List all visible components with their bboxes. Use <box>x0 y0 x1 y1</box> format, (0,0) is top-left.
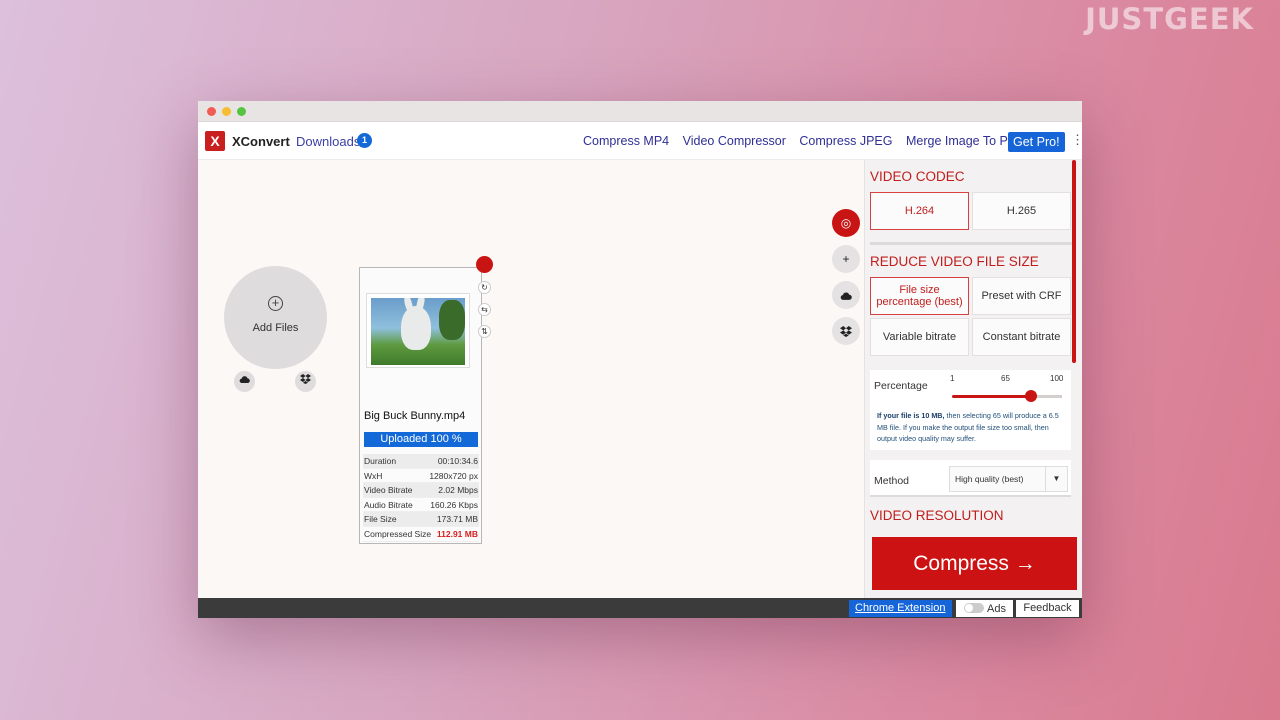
compressed-size-value: 112.91 MB <box>436 528 478 539</box>
codec-option-h264[interactable]: H.264 <box>870 192 969 230</box>
method-control: Method High quality (best) ▼ <box>870 460 1071 497</box>
kebab-menu-icon[interactable]: ⋮ <box>1071 132 1082 148</box>
method-select[interactable]: High quality (best) ▼ <box>949 466 1068 492</box>
reduce-option-file-size-percentage[interactable]: File size percentage (best) <box>870 277 969 315</box>
brand-name[interactable]: XConvert <box>232 134 290 149</box>
browser-window: X XConvert Downloads 1 Compress MP4 Vide… <box>198 101 1082 618</box>
nav-link-video-compressor[interactable]: Video Compressor <box>683 134 786 148</box>
file-details-table: Duration 00:10:34.6 WxH 1280x720 px Video … <box>363 454 479 542</box>
flip-vertical-icon[interactable]: ⇅ <box>478 325 491 338</box>
detail-value: 173.71 MB <box>436 514 478 525</box>
bottom-bar: Chrome Extension Ads Feedback <box>198 598 1082 618</box>
detail-row-file-size: File Size 173.71 MB <box>363 512 479 527</box>
thumbnail-tree <box>439 300 465 340</box>
panel-scrollbar[interactable] <box>1072 160 1076 363</box>
detail-row-dimensions: WxH 1280x720 px <box>363 469 479 484</box>
feedback-button[interactable]: Feedback <box>1016 600 1079 617</box>
percentage-max-tick: 100 <box>1050 374 1064 383</box>
detail-value: 2.02 Mbps <box>438 485 478 496</box>
window-titlebar <box>198 101 1082 122</box>
add-files-label: Add Files <box>252 322 299 334</box>
zoom-window-icon[interactable] <box>237 107 246 116</box>
detail-row-duration: Duration 00:10:34.6 <box>363 454 479 469</box>
reduce-option-preset-crf[interactable]: Preset with CRF <box>972 277 1071 315</box>
detail-label: Duration <box>364 456 397 466</box>
percentage-mid-tick: 65 <box>1001 374 1010 383</box>
cloud-upload-icon[interactable] <box>234 371 255 392</box>
divider <box>870 242 1072 245</box>
detail-value: 160.26 Kbps <box>430 499 478 510</box>
add-files-button[interactable]: + Add Files <box>224 266 327 369</box>
percentage-control: Percentage 1 65 100 If your file is 10 M… <box>870 370 1071 450</box>
detail-label: File Size <box>364 514 397 525</box>
ads-label: Ads <box>987 603 1006 615</box>
compress-button[interactable]: Compress → <box>872 537 1077 590</box>
detail-row-compressed-size: Compressed Size 112.91 MB <box>363 527 479 542</box>
video-resolution-title: VIDEO RESOLUTION <box>870 508 1004 523</box>
percentage-note: If your file is 10 MB, then selecting 65… <box>877 410 1067 445</box>
nav-links: Compress MP4 Video Compressor Compress J… <box>583 134 1035 148</box>
top-navigation: X XConvert Downloads 1 Compress MP4 Vide… <box>198 122 1082 160</box>
toggle-switch-icon[interactable] <box>964 603 984 613</box>
reduce-size-title: REDUCE VIDEO FILE SIZE <box>870 254 1039 269</box>
ads-toggle[interactable]: Ads <box>956 600 1013 617</box>
note-emphasis: If your file is 10 MB, <box>877 411 945 420</box>
method-label: Method <box>874 475 910 487</box>
plus-circle-icon: + <box>268 296 283 311</box>
method-selected-value: High quality (best) <box>955 474 1024 484</box>
chrome-extension-link[interactable]: Chrome Extension <box>849 600 952 617</box>
file-card: Big Buck Bunny.mp4 Uploaded 100 % Durati… <box>359 267 482 544</box>
reduce-option-variable-bitrate[interactable]: Variable bitrate <box>870 318 969 356</box>
dropbox-icon[interactable] <box>295 371 316 392</box>
detail-label: WxH <box>364 470 383 481</box>
watermark-logo: JUSTGEEK <box>1085 2 1254 36</box>
video-thumbnail-frame <box>366 293 470 368</box>
thumbnail-bunny <box>401 306 431 350</box>
downloads-link[interactable]: Downloads <box>296 134 360 149</box>
dropdown-arrow-icon[interactable]: ▼ <box>1045 467 1067 491</box>
minimize-window-icon[interactable] <box>222 107 231 116</box>
nav-link-compress-mp4[interactable]: Compress MP4 <box>583 134 669 148</box>
codec-option-h265[interactable]: H.265 <box>972 192 1071 230</box>
downloads-count-badge: 1 <box>357 133 372 148</box>
nav-link-merge-image-to-pdf[interactable]: Merge Image To PDF <box>906 134 1025 148</box>
workspace: + Add Files Big Buck Bunny.mp4 Uploaded … <box>198 160 1082 598</box>
upload-status-bar: Uploaded 100 % <box>364 432 478 447</box>
detail-value: 00:10:34.6 <box>437 456 478 466</box>
file-name: Big Buck Bunny.mp4 <box>364 410 466 422</box>
percentage-min-tick: 1 <box>950 374 955 383</box>
reduce-option-constant-bitrate[interactable]: Constant bitrate <box>972 318 1071 356</box>
cloud-upload-icon[interactable] <box>832 281 860 309</box>
settings-panel: VIDEO CODEC H.264 H.265 REDUCE VIDEO FIL… <box>864 160 1082 598</box>
get-pro-button[interactable]: Get Pro! <box>1008 132 1065 152</box>
rotate-icon[interactable]: ↻ <box>478 281 491 294</box>
detail-value: 1280x720 px <box>429 470 478 481</box>
detail-row-video-bitrate: Video Bitrate 2.02 Mbps <box>363 483 479 498</box>
settings-target-icon[interactable]: ◎ <box>832 209 860 237</box>
add-icon[interactable]: + <box>832 245 860 273</box>
detail-label: Compressed Size <box>364 528 432 539</box>
percentage-label: Percentage <box>874 380 928 392</box>
video-codec-title: VIDEO CODEC <box>870 169 965 184</box>
dropbox-icon[interactable] <box>832 317 860 345</box>
remove-file-button[interactable] <box>476 256 493 273</box>
detail-label: Video Bitrate <box>364 485 413 496</box>
flip-horizontal-icon[interactable]: ⇆ <box>478 303 491 316</box>
xconvert-logo-icon[interactable]: X <box>205 131 225 151</box>
close-window-icon[interactable] <box>207 107 216 116</box>
nav-link-compress-jpeg[interactable]: Compress JPEG <box>799 134 892 148</box>
detail-label: Audio Bitrate <box>364 499 413 510</box>
detail-row-audio-bitrate: Audio Bitrate 160.26 Kbps <box>363 498 479 513</box>
video-thumbnail[interactable] <box>371 298 465 365</box>
percentage-slider-handle[interactable] <box>1025 390 1037 402</box>
